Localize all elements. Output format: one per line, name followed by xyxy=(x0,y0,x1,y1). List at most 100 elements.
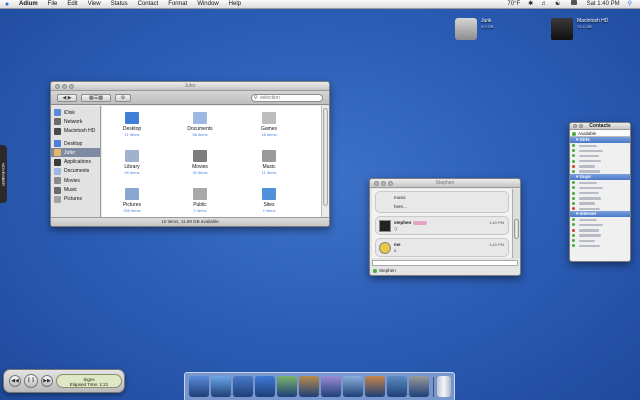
chat-tab[interactable]: Stephen xyxy=(372,267,396,275)
dock-photoshop-icon[interactable] xyxy=(387,376,407,397)
desktop-icon-junk[interactable]: Junk 4.0 GB xyxy=(455,18,493,40)
window-title: Stephen xyxy=(435,180,455,186)
status-dot xyxy=(373,269,377,273)
back-forward-button[interactable]: ◀ ▶ xyxy=(57,94,77,102)
dock-mail-icon[interactable] xyxy=(233,376,253,397)
chat-titlebar[interactable]: Stephen xyxy=(370,179,520,188)
clock[interactable]: Sat 1:40 PM xyxy=(583,0,624,9)
folder-games[interactable]: Games 18 items xyxy=(244,112,294,137)
wifi-icon[interactable]: ☯ xyxy=(551,0,564,9)
desktop-icon-macintosh-hd[interactable]: Macintosh HD 74.4 GB xyxy=(551,18,608,40)
dock-finder-icon[interactable] xyxy=(189,376,209,397)
desktop-folder-icon xyxy=(125,112,139,124)
macintosh-hd-icon xyxy=(54,127,61,135)
music-folder-icon xyxy=(262,150,276,162)
menu-contact[interactable]: Contact xyxy=(133,0,164,9)
sidebar-item-label: Applications xyxy=(64,159,91,166)
menu-edit[interactable]: Edit xyxy=(62,0,82,9)
contact-row[interactable] xyxy=(570,169,630,174)
menu-view[interactable]: View xyxy=(83,0,106,9)
sidebar-item-documents[interactable]: Documents xyxy=(51,167,100,176)
status-dot xyxy=(572,228,575,232)
dock-ichat-icon[interactable] xyxy=(255,376,275,397)
message-text: here... xyxy=(394,204,407,209)
pause-button[interactable]: ❙❙ xyxy=(24,374,38,388)
folder-desktop[interactable]: Desktop 11 items xyxy=(107,112,157,137)
folder-movies[interactable]: Movies 30 items xyxy=(175,150,225,175)
dock-trash-icon[interactable] xyxy=(437,376,451,397)
sidebar-item-applications[interactable]: Applications xyxy=(51,157,100,166)
spotlight-icon[interactable]: ⚲ xyxy=(624,0,636,9)
sidebar-item-jufer[interactable]: Jufer xyxy=(51,148,100,158)
menu-app[interactable]: Adium xyxy=(14,0,43,9)
status-dot xyxy=(572,149,575,153)
contact-name-redacted xyxy=(579,186,603,190)
chat-scrollbar[interactable] xyxy=(512,189,520,258)
apple-menu-icon[interactable]: ● xyxy=(0,1,14,8)
dock-iphoto-icon[interactable] xyxy=(365,376,385,397)
folder-music[interactable]: Music 11 items xyxy=(244,150,294,175)
dock-itunes-icon[interactable] xyxy=(277,376,297,397)
temperature-readout[interactable]: 70°F xyxy=(503,0,524,9)
menu-help[interactable]: Help xyxy=(224,0,246,9)
menu-window[interactable]: Window xyxy=(192,0,223,9)
desktop-icon xyxy=(54,140,61,148)
dock-preview-icon[interactable] xyxy=(343,376,363,397)
sidebar-item-movies[interactable]: Movies xyxy=(51,176,100,185)
menu-format[interactable]: Format xyxy=(163,0,192,9)
finder-window: Jufer ◀ ▶ ▦☰▩ ⚙ ⚲ selection iDisk Network… xyxy=(50,81,330,227)
search-placeholder: selection xyxy=(260,95,280,101)
message-bubble: music here... xyxy=(375,191,509,213)
avatar xyxy=(379,220,391,232)
finder-titlebar[interactable]: Jufer xyxy=(51,82,329,91)
vertical-scrollbar[interactable] xyxy=(321,106,329,217)
sidebar-item-label: Desktop xyxy=(64,140,83,147)
status-dot xyxy=(572,186,575,190)
status-dot xyxy=(572,144,575,147)
folder-item-count: 11 items xyxy=(261,170,277,175)
movies-folder-icon xyxy=(193,150,207,162)
contact-row[interactable] xyxy=(570,243,630,248)
sidebar-item-macintosh-hd[interactable]: Macintosh HD xyxy=(51,127,100,136)
battery-icon[interactable] xyxy=(565,0,583,9)
folder-library[interactable]: Library 49 items xyxy=(107,150,157,175)
sidebar-item-music[interactable]: Music xyxy=(51,185,100,194)
folder-documents[interactable]: Documents 58 items xyxy=(175,112,225,137)
search-field[interactable]: ⚲ selection xyxy=(251,94,323,102)
scroll-thumb[interactable] xyxy=(323,108,328,206)
view-mode-buttons[interactable]: ▦☰▩ xyxy=(81,94,111,102)
status-dot xyxy=(572,239,575,242)
dock-separator xyxy=(433,377,434,397)
sidebar-item-pictures[interactable]: Pictures xyxy=(51,195,100,204)
menu-file[interactable]: File xyxy=(43,0,63,9)
side-drawer-tab[interactable]: NOVEMBER xyxy=(0,145,7,203)
contact-name-redacted xyxy=(579,218,597,222)
previous-track-button[interactable]: ◀◀ xyxy=(9,375,21,387)
folder-pictures[interactable]: Pictures 335 items xyxy=(107,188,157,213)
action-menu-button[interactable]: ⚙ xyxy=(115,94,131,102)
dock-addressbook-icon[interactable] xyxy=(299,376,319,397)
status-dot xyxy=(572,233,575,237)
dock-safari-icon[interactable] xyxy=(211,376,231,397)
bluetooth-icon[interactable]: ✱ xyxy=(524,0,537,9)
sidebar-item-idisk[interactable]: iDisk xyxy=(51,108,100,117)
volume-icon[interactable]: ♬ xyxy=(537,0,551,9)
contacts-titlebar[interactable]: Contacts xyxy=(570,123,630,130)
message-input[interactable] xyxy=(372,260,518,266)
dock-system-prefs-icon[interactable] xyxy=(409,376,429,397)
status-selector[interactable]: Available xyxy=(570,130,630,137)
contact-list-window: Contacts Available ▾ Girls ▾ Guys ▾ Intern… xyxy=(569,122,631,262)
menu-status[interactable]: Status xyxy=(106,0,133,9)
contact-name-redacted xyxy=(579,223,603,227)
status-dot xyxy=(572,131,576,136)
contact-row[interactable] xyxy=(570,206,630,211)
sidebar-item-network[interactable]: Network xyxy=(51,117,100,126)
dock-adium-icon[interactable] xyxy=(321,376,341,397)
scroll-thumb[interactable] xyxy=(514,219,519,239)
folder-public[interactable]: Public 2 items xyxy=(175,188,225,213)
next-track-button[interactable]: ▶▶ xyxy=(41,375,53,387)
folder-sites[interactable]: Sites 4 items xyxy=(244,188,294,213)
status-dot xyxy=(572,191,575,195)
sidebar-item-desktop[interactable]: Desktop xyxy=(51,139,100,148)
contact-name-redacted xyxy=(579,244,600,248)
